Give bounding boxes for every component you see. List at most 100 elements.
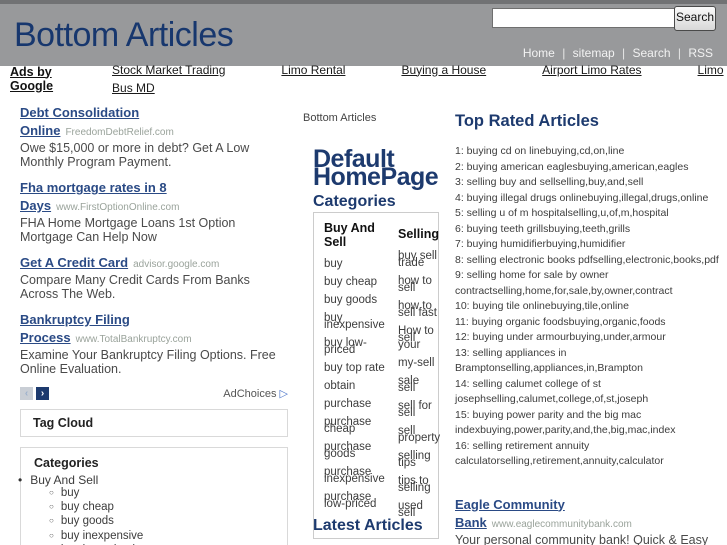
table-cell-link[interactable]: sale sell xyxy=(398,375,438,394)
category-group-label: Buy And Sell xyxy=(30,473,99,487)
category-item-label: buy goods xyxy=(60,515,114,528)
top-rated-item[interactable]: 2: buying american eaglesbuying,american… xyxy=(455,160,727,176)
right-ad-block: Eagle Community Bank www.eaglecommunityba… xyxy=(455,496,727,545)
top-rated-item[interactable]: 16: selling retirement annuity calculato… xyxy=(455,439,727,470)
nav-separator: | xyxy=(558,46,569,60)
table-cell-link[interactable]: buy xyxy=(324,258,394,270)
table-col1-cells: buy buy cheap buy goods buy inexpensive buy … xyxy=(324,258,394,510)
top-rated-item[interactable]: 3: selling buy and sellselling,buy,and,s… xyxy=(455,175,727,191)
ad-url: www.eaglecommunitybank.com xyxy=(491,518,632,530)
table-cell-link[interactable]: used sell xyxy=(398,500,438,519)
top-rated-item[interactable]: 1: buying cd on linebuying,cd,on,line xyxy=(455,144,727,160)
nav-link-sitemap[interactable]: sitemap xyxy=(573,46,615,60)
top-rated-item[interactable]: 11: buying organic foodsbuying,organic,f… xyxy=(455,315,727,331)
table-col-selling: Selling buy sell trade how to sell how to … xyxy=(394,213,440,538)
table-cell-link[interactable]: how to sell xyxy=(398,275,438,294)
categories-box-title: Categories xyxy=(34,456,99,470)
adchoices-link[interactable]: AdChoices ▷ xyxy=(223,387,288,400)
left-sidebar: Debt Consolidation Online FreedomDebtReli… xyxy=(18,104,288,545)
category-item-label: buy xyxy=(60,487,80,499)
ad-url: www.TotalBankruptcy.com xyxy=(75,334,192,345)
category-item-label: buy inexpensive xyxy=(60,529,144,542)
category-item[interactable]: ○ buy inexpensive xyxy=(49,530,287,544)
table-header-buy-and-sell: Buy And Sell xyxy=(324,221,375,249)
table-cell-link[interactable]: obtain xyxy=(324,380,394,392)
ad-body: Compare Many Credit Cards From Banks Acr… xyxy=(20,273,250,301)
adbar-link[interactable]: Airport Limo Rates xyxy=(542,63,641,77)
site-title: Bottom Articles xyxy=(14,16,234,54)
header-top-strip xyxy=(0,0,727,4)
table-cell-link[interactable]: selling tips xyxy=(398,450,438,469)
page-title: Default HomePage xyxy=(313,145,439,191)
nav-link-rss[interactable]: RSS xyxy=(688,46,713,60)
category-item-label: buy cheap xyxy=(60,501,114,514)
table-cell-link[interactable]: buy sell trade xyxy=(398,250,438,269)
categories-heading: Categories xyxy=(313,193,396,210)
top-rated-item[interactable]: 5: selling u of m hospitalselling,u,of,m… xyxy=(455,206,727,222)
nav-separator: | xyxy=(618,46,629,60)
top-rated-item[interactable]: 10: buying tile onlinebuying,tile,online xyxy=(455,299,727,315)
nav-separator: | xyxy=(674,46,685,60)
header-nav: Home | sitemap | Search | RSS xyxy=(523,46,713,60)
ad-body: Your personal community bank! Quick & Ea… xyxy=(455,532,709,545)
adbar-link[interactable]: Buying a House xyxy=(401,63,486,77)
nav-link-search[interactable]: Search xyxy=(632,46,670,60)
top-rated-item[interactable]: 4: buying illegal drugs onlinebuying,ill… xyxy=(455,191,727,207)
ad-body: Owe $15,000 or more in debt? Get A Low M… xyxy=(20,141,250,169)
carousel-next-button[interactable]: › xyxy=(36,386,49,400)
table-cell-link[interactable]: how to sell fast xyxy=(398,300,438,319)
table-cell-link[interactable]: buy goods xyxy=(324,294,394,306)
categories-table: Buy And Sell buy buy cheap buy goods buy in… xyxy=(313,212,440,539)
table-cell-link[interactable]: sell property xyxy=(398,425,440,444)
ad-url: advisor.google.com xyxy=(133,259,220,270)
search-button[interactable]: Search xyxy=(674,6,716,31)
category-items: ○ buy ○ buy cheap ○ buy goods ○ buy inexpensive… xyxy=(21,487,287,545)
search-input[interactable] xyxy=(492,8,678,28)
table-cell-link[interactable]: purchase inexpensive xyxy=(324,466,394,485)
table-cell-link[interactable]: purchase goods xyxy=(324,441,394,460)
table-cell-link[interactable]: buy inexpensive xyxy=(324,312,394,331)
latest-articles-heading: Latest Articles xyxy=(313,517,423,534)
adbar-link[interactable]: Stock Market Trading xyxy=(112,63,225,77)
site-header: Bottom Articles Search Home | sitemap | … xyxy=(0,0,727,66)
table-cell-link[interactable]: buy low-priced xyxy=(324,337,394,356)
table-cell-link[interactable]: my-sell xyxy=(398,357,438,369)
tag-cloud-title: Tag Cloud xyxy=(33,416,94,430)
nav-link-home[interactable]: Home xyxy=(523,46,555,60)
top-rated-item[interactable]: 13: selling appliances in Bramptonsellin… xyxy=(455,346,727,377)
adbar-link[interactable]: Limo Rental xyxy=(281,63,345,77)
categories-box: Categories • Buy And Sell ○ buy ○ buy cheap ○… xyxy=(18,447,288,545)
table-cell-link[interactable]: How to sell your xyxy=(398,325,438,351)
tag-cloud-box: Tag Cloud xyxy=(20,409,288,437)
top-rated-item[interactable]: 14: selling calumet college of st joseph… xyxy=(455,377,727,408)
page: Bottom Articles Search Home | sitemap | … xyxy=(0,0,727,545)
ad-block: Bankruptcy Filing Process www.TotalBankru… xyxy=(20,311,288,376)
top-rated-item[interactable]: 12: buying under armourbuying,under,armo… xyxy=(455,330,727,346)
google-ads-bar: Ads by Google Stock Market Trading Limo R… xyxy=(0,63,727,95)
table-cell-link[interactable]: buy top rate xyxy=(324,362,394,374)
carousel-prev-button[interactable]: ‹ xyxy=(20,386,33,400)
table-cell-link[interactable]: purchase xyxy=(324,398,394,410)
category-item[interactable]: ○ buy goods xyxy=(49,515,287,529)
top-rated-item[interactable]: 9: selling home for sale by owner contra… xyxy=(455,268,727,299)
ad-body: FHA Home Mortgage Loans 1st Option Mortg… xyxy=(20,216,236,244)
ad-block: Get A Credit Card advisor.google.com Compa… xyxy=(20,254,288,301)
category-item[interactable]: ○ buy xyxy=(49,487,287,501)
table-cell-link[interactable]: buy cheap xyxy=(324,276,394,288)
table-cell-link[interactable]: purchase cheap xyxy=(324,416,394,435)
top-rated-item[interactable]: 15: buying power parity and the big mac … xyxy=(455,408,727,439)
top-rated-item[interactable]: 8: selling electronic books pdfselling,e… xyxy=(455,253,727,269)
table-cell-link[interactable]: tips to selling xyxy=(398,475,438,494)
category-item[interactable]: ○ buy cheap xyxy=(49,501,287,515)
ads-by-google-label[interactable]: Ads by Google xyxy=(10,65,86,93)
table-cell-link[interactable]: sell for sell xyxy=(398,400,438,419)
top-rated-item[interactable]: 6: buying teeth grillsbuying,teeth,grill… xyxy=(455,222,727,238)
disc-bullet-icon: • xyxy=(18,473,23,487)
table-cell-link[interactable]: purchase low-priced xyxy=(324,491,394,510)
top-rated-item[interactable]: 7: buying humidifierbuying,humidifier xyxy=(455,237,727,253)
table-col2-cells: buy sell trade how to sell how to sell fas… xyxy=(398,250,440,519)
category-group[interactable]: • Buy And Sell xyxy=(18,473,287,487)
circle-bullet-icon: ○ xyxy=(49,488,54,497)
circle-bullet-icon: ○ xyxy=(49,516,54,526)
ad-title-link[interactable]: Get A Credit Card xyxy=(20,255,128,270)
